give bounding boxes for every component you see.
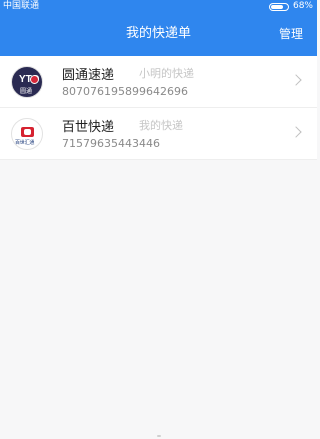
parcel-item-yto[interactable]: YTO 圆通 圆通速递 小明的快递 807076195899642696	[0, 56, 317, 108]
battery-icon	[268, 3, 289, 11]
parcel-item-best[interactable]: 百世汇通 百世快递 我的快递 71579635443446	[0, 108, 317, 160]
chevron-right-icon	[290, 126, 302, 138]
parcel-note: 小明的快递	[139, 67, 194, 80]
page-title: 我的快递单	[125, 26, 191, 41]
nav-bar: 我的快递单 管理	[0, 12, 317, 56]
tracking-number: 807076195899642696	[62, 85, 188, 98]
parcel-list: YTO 圆通 圆通速递 小明的快递 807076195899642696 百世汇…	[0, 56, 317, 160]
company-name: 百世快递	[62, 120, 115, 135]
tracking-number: 71579635443446	[62, 137, 160, 150]
carrier-label: 中国联通	[3, 1, 40, 11]
manage-button[interactable]: 管理	[279, 12, 303, 56]
home-indicator	[157, 435, 161, 437]
yto-logo-icon: YTO 圆通	[11, 66, 43, 98]
parcel-note: 我的快递	[139, 119, 183, 132]
yto-logo-mark	[30, 75, 39, 84]
battery-indicator: 68%	[268, 0, 313, 12]
status-bar: 中国联通 68%	[0, 0, 317, 12]
yto-logo-subtext: 圆通	[20, 88, 33, 95]
chevron-right-icon	[290, 74, 302, 86]
best-express-logo-icon: 百世汇通	[11, 118, 43, 150]
best-logo-subtext: 百世汇通	[15, 140, 35, 146]
company-name: 圆通速递	[62, 68, 115, 83]
battery-percentage: 68%	[292, 1, 313, 11]
